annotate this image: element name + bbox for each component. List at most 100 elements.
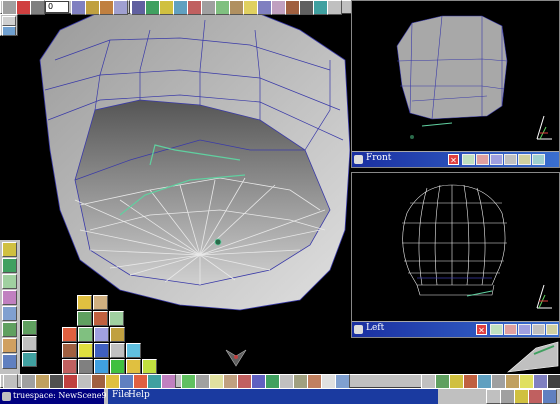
pen-icon[interactable] <box>77 374 92 389</box>
deform-icon[interactable] <box>2 258 17 273</box>
plane-icon[interactable] <box>94 327 109 342</box>
scene-icon[interactable] <box>265 374 280 389</box>
light-icon[interactable] <box>243 0 258 15</box>
eraser-icon[interactable] <box>49 374 64 389</box>
face-icon[interactable] <box>93 295 108 310</box>
camera-icon[interactable] <box>257 0 272 15</box>
tray-icon-1[interactable] <box>486 389 501 404</box>
material-object-icon[interactable] <box>505 374 520 389</box>
eye-icon[interactable] <box>477 374 492 389</box>
forward-button[interactable] <box>99 0 114 15</box>
tray-icon-2[interactable] <box>500 389 515 404</box>
front-viewport[interactable]: Front ✕ <box>351 0 560 168</box>
render-icon[interactable] <box>271 0 286 15</box>
pose-icon[interactable] <box>321 374 336 389</box>
link-icon[interactable] <box>195 374 210 389</box>
object-icon[interactable] <box>299 0 314 15</box>
fire-icon[interactable] <box>133 374 148 389</box>
rotate-object-icon[interactable] <box>449 374 464 389</box>
material-ball-icon[interactable] <box>35 374 50 389</box>
view-option-5-icon[interactable] <box>546 324 558 335</box>
skin-icon[interactable] <box>2 354 17 369</box>
view-option-6-icon[interactable] <box>532 154 545 165</box>
material-icon[interactable] <box>285 0 300 15</box>
record-button[interactable] <box>16 0 31 15</box>
view-option-5-icon[interactable] <box>518 154 531 165</box>
anim-icon[interactable] <box>279 374 294 389</box>
paint-face-icon[interactable] <box>21 374 36 389</box>
left-viewport[interactable]: Left ✕ <box>351 172 560 338</box>
arrow-icon[interactable] <box>77 295 92 310</box>
stone-icon[interactable] <box>78 359 93 374</box>
light-object-icon[interactable] <box>519 374 534 389</box>
head-icon[interactable] <box>307 374 322 389</box>
view-option-2-icon[interactable] <box>504 324 517 335</box>
navigation-icon[interactable] <box>2 16 16 26</box>
bevel-icon[interactable] <box>229 0 244 15</box>
object-tool-icon[interactable] <box>3 374 18 389</box>
view-option-1-icon[interactable] <box>462 154 475 165</box>
scene-editor-button[interactable] <box>113 0 128 15</box>
character-icon[interactable] <box>237 374 252 389</box>
tray-icon-5[interactable] <box>542 389 557 404</box>
viewport-menu-icon[interactable] <box>354 325 363 334</box>
select-object-icon[interactable] <box>421 374 436 389</box>
brick-icon[interactable] <box>93 311 108 326</box>
hook-icon[interactable] <box>181 374 196 389</box>
menu-file[interactable]: File <box>112 390 129 400</box>
play-button[interactable] <box>71 0 86 15</box>
tray-icon-3[interactable] <box>514 389 529 404</box>
view-option-1-icon[interactable] <box>490 324 503 335</box>
render-object-icon[interactable] <box>491 374 506 389</box>
cylinder-icon[interactable] <box>78 327 93 342</box>
paint-icon[interactable] <box>145 0 160 15</box>
torus-icon[interactable] <box>62 327 77 342</box>
bucket-icon[interactable] <box>91 374 106 389</box>
lathe-icon[interactable] <box>2 306 17 321</box>
fabric-icon[interactable] <box>62 359 77 374</box>
boolean-icon[interactable] <box>2 274 17 289</box>
window-title-bar[interactable]: truespace: NewScene9 <box>0 389 107 404</box>
cone-icon[interactable] <box>22 352 37 367</box>
primitive-icon[interactable] <box>2 242 17 257</box>
sweep-icon[interactable] <box>215 0 230 15</box>
orientation-gizmo-icon[interactable] <box>224 348 248 368</box>
select-icon[interactable] <box>159 0 174 15</box>
marble-icon[interactable] <box>78 343 93 358</box>
tray-icon-4[interactable] <box>528 389 543 404</box>
view-option-4-icon[interactable] <box>504 154 517 165</box>
brush-icon[interactable] <box>63 374 78 389</box>
stop-button[interactable] <box>2 0 17 15</box>
view-icon[interactable] <box>2 26 16 36</box>
view-option-3-icon[interactable] <box>490 154 503 165</box>
help-icon[interactable] <box>327 0 342 15</box>
settings-icon[interactable] <box>547 374 560 389</box>
camera-object-icon[interactable] <box>533 374 548 389</box>
view-option-2-icon[interactable] <box>476 154 489 165</box>
glue-icon[interactable] <box>313 0 328 15</box>
sphere-icon[interactable] <box>22 336 37 351</box>
menu-help[interactable]: Help <box>128 390 150 400</box>
texture-icon[interactable] <box>2 290 17 305</box>
metal-icon[interactable] <box>110 343 125 358</box>
figure-icon[interactable] <box>223 374 238 389</box>
extrude-icon[interactable] <box>2 322 17 337</box>
cube-icon[interactable] <box>22 320 37 335</box>
wood-icon[interactable] <box>62 343 77 358</box>
move-object-icon[interactable] <box>435 374 450 389</box>
keyframe-button[interactable] <box>85 0 100 15</box>
mirror-icon[interactable] <box>119 374 134 389</box>
close-view-button[interactable]: ✕ <box>476 324 487 335</box>
star-icon[interactable] <box>105 374 120 389</box>
ring-icon[interactable] <box>110 327 125 342</box>
shape-icon[interactable] <box>109 311 124 326</box>
scale-icon[interactable] <box>201 0 216 15</box>
checker-icon[interactable] <box>94 343 109 358</box>
view-option-4-icon[interactable] <box>532 324 545 335</box>
grass-icon[interactable] <box>110 359 125 374</box>
move-icon[interactable] <box>173 0 188 15</box>
rotate-icon[interactable] <box>187 0 202 15</box>
close-view-button[interactable]: ✕ <box>448 154 459 165</box>
grid-icon[interactable] <box>131 0 146 15</box>
gold-icon[interactable] <box>126 359 141 374</box>
